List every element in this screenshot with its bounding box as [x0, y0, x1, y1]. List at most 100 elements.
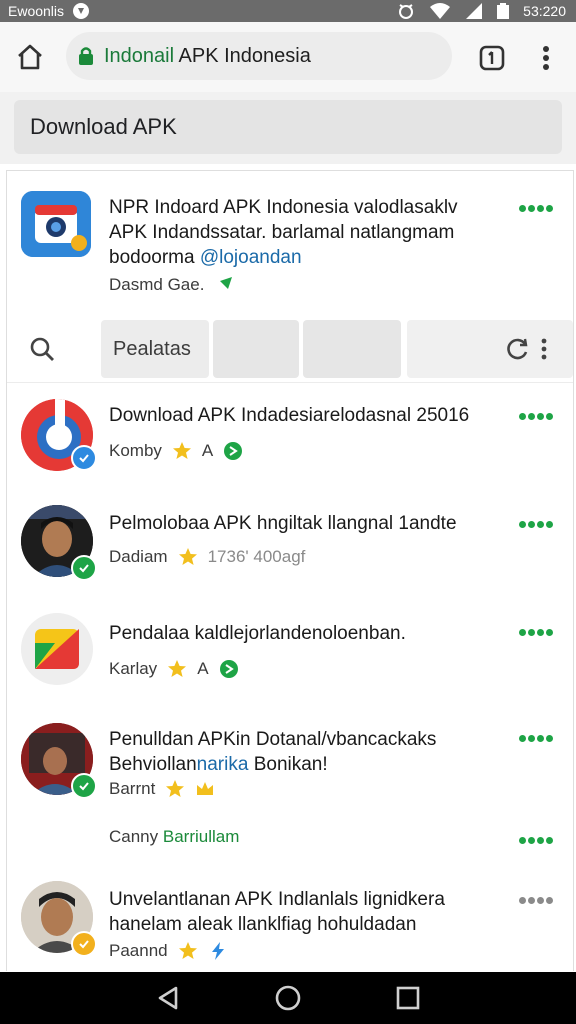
- lock-icon: [79, 47, 93, 65]
- item-more-dots[interactable]: [513, 627, 553, 637]
- list-item[interactable]: Pendalaa kaldlejorlandenoloenban. Karlay…: [7, 607, 573, 707]
- signal-icon: [465, 2, 483, 20]
- item-title: Download APK Indadesiarelodasnal 25016: [109, 405, 470, 426]
- item-rating: A: [197, 659, 209, 678]
- results-card: NPR Indoard APK Indonesia valodlasaklv A…: [6, 170, 574, 971]
- item-line-2: Behviollannarika Bonikan!: [109, 752, 328, 777]
- item-author-label: Canny: [109, 827, 163, 846]
- featured-item[interactable]: NPR Indoard APK Indonesia valodlasaklv A…: [7, 171, 573, 311]
- featured-line-2: APK Indandssatar. barlamal natlangmam: [109, 222, 455, 243]
- item-more-dots[interactable]: [513, 733, 553, 743]
- item-line-2-text: Behviollan: [109, 754, 197, 775]
- home-button[interactable]: [14, 41, 46, 73]
- star-icon: [168, 660, 187, 677]
- item-line-2-link[interactable]: narika: [197, 754, 249, 775]
- item-meta: Karlay A: [109, 659, 239, 679]
- notification-icon: [72, 2, 90, 20]
- check-icon: [79, 940, 89, 949]
- browser-toolbar: Indonail APK Indonesia: [0, 22, 576, 93]
- status-bar: Ewoonlis 53:220: [0, 0, 576, 22]
- item-more-dots[interactable]: [513, 835, 553, 845]
- item-meta: Komby A: [109, 441, 243, 461]
- more-vert-icon: [543, 46, 549, 70]
- app-icon: [21, 613, 93, 685]
- item-more-dots[interactable]: [513, 411, 553, 421]
- featured-meta-label: Dasmd Gae.: [109, 275, 205, 294]
- url-bar[interactable]: Indonail APK Indonesia: [66, 32, 452, 80]
- lightning-icon: [211, 942, 224, 960]
- alarm-icon: [397, 2, 415, 20]
- featured-line-1: NPR Indoard APK Indonesia valodlasaklv: [109, 197, 458, 218]
- item-title: Pelmolobaa APK hngiltak llangnal 1andte: [109, 513, 457, 534]
- url-text: Indonail APK Indonesia: [104, 45, 311, 68]
- list-item[interactable]: Unvelantlanan APK Indlanlals lignidkera …: [7, 877, 573, 971]
- item-line-2-rest: Bonikan!: [248, 754, 328, 775]
- carrier-name: Ewoonlis: [8, 3, 65, 19]
- filter-bar: Pealatas: [7, 316, 573, 383]
- url-path: APK Indonesia: [174, 44, 311, 67]
- star-icon: [178, 942, 197, 959]
- item-author-link[interactable]: Barriullam: [163, 827, 240, 846]
- item-author: Paannd: [109, 941, 168, 960]
- featured-meta: Dasmd Gae.: [109, 275, 236, 295]
- item-meta: Canny Barriullam: [109, 827, 239, 847]
- check-icon: [79, 782, 89, 791]
- item-author: Barrnt: [109, 779, 156, 798]
- search-icon[interactable]: [29, 336, 55, 362]
- verified-badge: [71, 555, 97, 581]
- item-title: Unvelantlanan APK Indlanlals lignidkera: [109, 889, 445, 910]
- item-more-dots[interactable]: [513, 519, 553, 529]
- item-author: Canny Barriullam: [109, 827, 239, 847]
- overflow-menu-button[interactable]: [532, 42, 560, 74]
- featured-line-3-text: bodoorma: [109, 247, 200, 268]
- url-domain: Indonail: [104, 44, 175, 67]
- verified-badge: [71, 931, 97, 957]
- item-author: Komby: [109, 441, 162, 460]
- filter-chip-2[interactable]: [213, 320, 299, 378]
- back-icon[interactable]: [154, 984, 182, 1012]
- check-icon: [79, 454, 89, 463]
- item-line-2: hanelam aleak llanklfiag hohuldadan: [109, 914, 417, 935]
- pin-icon: [216, 277, 233, 293]
- list-item[interactable]: Download APK Indadesiarelodasnal 25016 K…: [7, 389, 573, 489]
- home-icon: [18, 44, 42, 70]
- clock: 53:220: [523, 3, 566, 19]
- item-meta: Barrnt: [109, 779, 215, 799]
- star-icon: [172, 442, 191, 459]
- filter-chip-pealatas[interactable]: Pealatas: [101, 320, 209, 378]
- star-icon: [166, 780, 185, 797]
- item-meta: Dadiam 1736' 400agf: [109, 547, 305, 567]
- tab-switcher-icon: [479, 45, 505, 71]
- refresh-icon[interactable]: [505, 336, 531, 362]
- list-item[interactable]: Penulldan APKin Dotanal/vbancackaks Behv…: [7, 717, 573, 807]
- list-item[interactable]: Pelmolobaa APK hngiltak llangnal 1andte …: [7, 497, 573, 597]
- filter-chip-3[interactable]: [303, 320, 401, 378]
- item-rating: A: [201, 441, 214, 460]
- green-leaf-icon: [224, 442, 243, 460]
- featured-more-dots[interactable]: [513, 203, 553, 213]
- search-area: Download APK: [0, 92, 576, 164]
- list-item[interactable]: Canny Barriullam: [7, 817, 573, 857]
- crown-icon: [197, 782, 214, 795]
- item-meta: Paannd: [109, 941, 228, 961]
- camera-app-icon: [21, 191, 91, 257]
- check-icon: [79, 564, 89, 573]
- item-title: Pendalaa kaldlejorlandenoloenban.: [109, 623, 406, 644]
- verified-badge: [71, 773, 97, 799]
- filter-more-icon[interactable]: [539, 336, 549, 362]
- tabs-button[interactable]: [476, 42, 508, 74]
- search-input[interactable]: Download APK: [14, 100, 562, 154]
- item-title: Penulldan APKin Dotanal/vbancackaks: [109, 729, 437, 750]
- featured-line-3: bodoorma @lojoandan: [109, 245, 302, 270]
- item-author: Dadiam: [109, 547, 168, 566]
- star-icon: [178, 548, 197, 565]
- wifi-icon: [429, 2, 451, 20]
- featured-app-icon: [21, 191, 91, 257]
- home-circle-icon[interactable]: [274, 984, 302, 1012]
- battery-icon: [497, 3, 510, 19]
- verified-badge: [71, 445, 97, 471]
- item-more-dots[interactable]: [513, 895, 553, 905]
- recents-icon[interactable]: [394, 984, 422, 1012]
- green-leaf-icon: [219, 660, 238, 678]
- featured-handle-link[interactable]: @lojoandan: [200, 247, 302, 268]
